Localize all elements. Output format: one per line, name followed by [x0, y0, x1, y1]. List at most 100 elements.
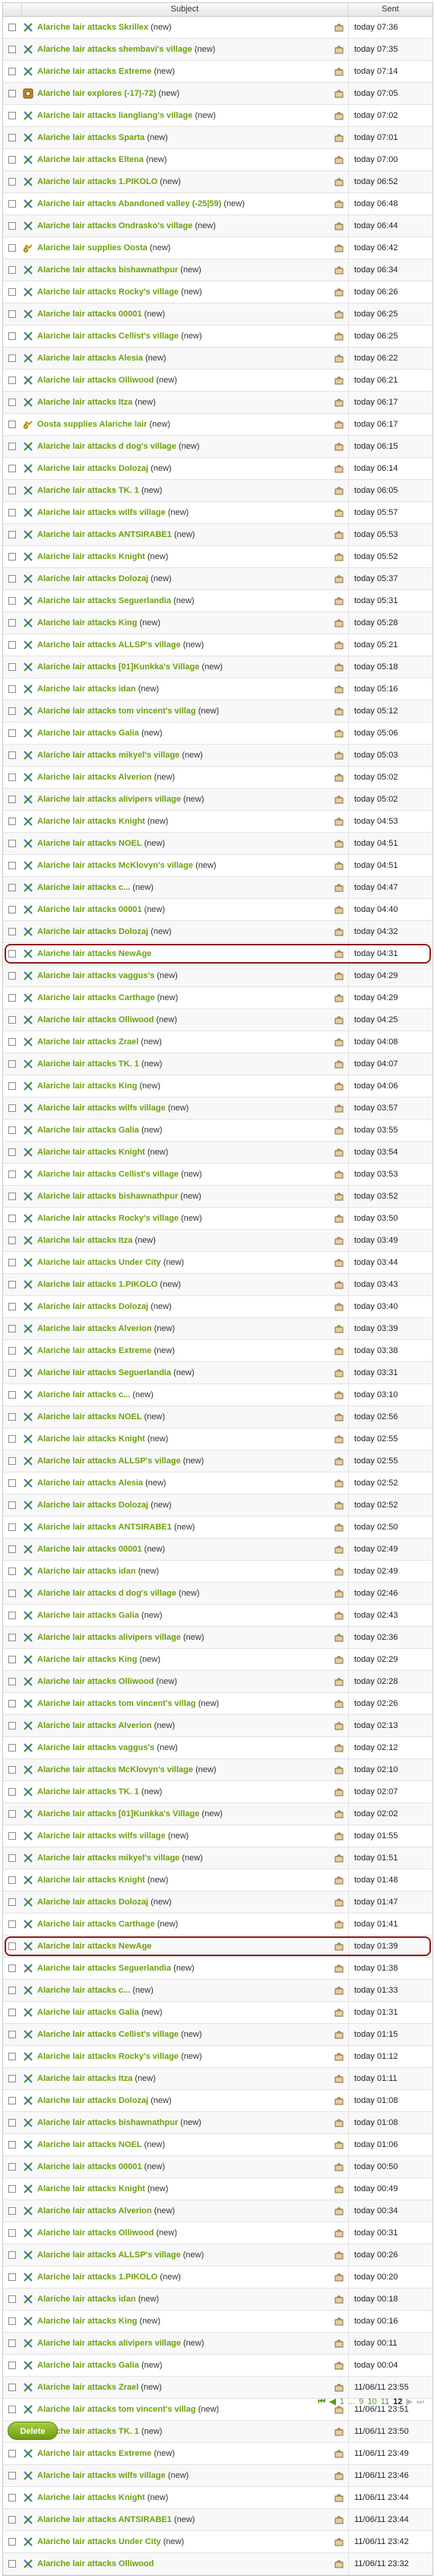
report-link[interactable]: Alariche lair attacks Olliwood: [37, 1015, 154, 1024]
report-link[interactable]: Alariche lair attacks alivipers village: [37, 2339, 181, 2348]
archive-icon[interactable]: [330, 2295, 348, 2304]
table-row[interactable]: Alariche lair attacks Alverion (new) toda…: [3, 767, 432, 789]
table-row[interactable]: Alariche lair attacks ANTSIRABE1 (new) 11…: [3, 2509, 432, 2531]
table-row[interactable]: Alariche lair attacks Carthage (new) toda…: [3, 1914, 432, 1936]
row-checkbox[interactable]: [8, 1237, 16, 1244]
report-link[interactable]: Alariche lair attacks Sparta: [37, 133, 144, 142]
report-link[interactable]: Alariche lair attacks Alverion: [37, 773, 152, 782]
table-row[interactable]: Alariche lair attacks Seguerlandia (new)…: [3, 1362, 432, 1384]
archive-icon[interactable]: [330, 949, 348, 958]
report-link[interactable]: Alariche lair attacks Alverion: [37, 1324, 152, 1333]
row-checkbox[interactable]: [8, 1523, 16, 1531]
report-link[interactable]: Alariche lair attacks ANTSIRABE1: [37, 530, 172, 539]
report-link[interactable]: Alariche lair attacks tom vincent's vill…: [37, 2405, 196, 2414]
report-link[interactable]: Alariche lair attacks Itza: [37, 398, 132, 407]
table-row[interactable]: Alariche lair attacks Zrael (new) 11/06/1…: [3, 2377, 432, 2399]
table-row[interactable]: Alariche lair attacks Knight (new) today …: [3, 546, 432, 568]
table-row[interactable]: Alariche lair attacks Knight (new) today …: [3, 1428, 432, 1450]
row-checkbox[interactable]: [8, 972, 16, 980]
archive-icon[interactable]: [330, 155, 348, 164]
row-checkbox[interactable]: [8, 884, 16, 891]
report-link[interactable]: Alariche lair attacks Itza: [37, 1236, 132, 1245]
row-checkbox[interactable]: [8, 2097, 16, 2104]
report-link[interactable]: Alariche lair attacks Knight: [37, 1876, 145, 1885]
row-checkbox[interactable]: [8, 2339, 16, 2347]
report-link[interactable]: Alariche lair attacks Dolozaj: [37, 2096, 148, 2105]
archive-icon[interactable]: [330, 243, 348, 253]
report-link[interactable]: Alariche lair attacks Galia: [37, 2361, 139, 2370]
table-row[interactable]: Alariche lair attacks TK. 1 (new) today 0…: [3, 480, 432, 502]
archive-icon[interactable]: [330, 1567, 348, 1576]
report-link[interactable]: Alariche lair attacks King: [37, 1082, 137, 1091]
row-checkbox[interactable]: [8, 1634, 16, 1641]
row-checkbox[interactable]: [8, 2119, 16, 2127]
archive-icon[interactable]: [330, 287, 348, 297]
table-row[interactable]: Alariche lair attacks Extreme (new) today…: [3, 61, 432, 83]
row-checkbox[interactable]: [8, 773, 16, 781]
report-link[interactable]: Alariche lair attacks d dog's village: [37, 1589, 176, 1598]
table-row[interactable]: Alariche lair attacks mikyel's village (…: [3, 745, 432, 767]
table-row[interactable]: Alariche lair attacks King (new) today 02…: [3, 1649, 432, 1671]
table-row[interactable]: Alariche lair attacks Cellist's village …: [3, 326, 432, 348]
table-row[interactable]: Alariche lair attacks [01]Kunkka's Villa…: [3, 1803, 432, 1825]
row-checkbox[interactable]: [8, 796, 16, 803]
row-checkbox[interactable]: [8, 288, 16, 296]
table-row[interactable]: Alariche lair attacks Under City (new) 11…: [3, 2531, 432, 2553]
report-link[interactable]: Alariche lair attacks Dolozaj: [37, 1898, 148, 1907]
table-row[interactable]: Alariche lair attacks TK. 1 (new) today 0…: [3, 1781, 432, 1803]
report-link[interactable]: Alariche lair attacks Olliwood: [37, 376, 154, 385]
row-checkbox[interactable]: [8, 2229, 16, 2237]
row-checkbox[interactable]: [8, 729, 16, 737]
archive-icon[interactable]: [330, 1964, 348, 1973]
report-link[interactable]: Alariche lair attacks Dolozaj: [37, 927, 148, 936]
report-link[interactable]: Alariche lair attacks 00001: [37, 1545, 142, 1554]
report-link[interactable]: Alariche lair attacks Olliwood: [37, 2228, 154, 2238]
report-link[interactable]: Alariche lair attacks Dolozaj: [37, 464, 148, 473]
archive-icon[interactable]: [330, 398, 348, 407]
report-link[interactable]: Alariche lair attacks wilfs village: [37, 2471, 166, 2480]
table-row[interactable]: Alariche lair attacks NewAge today 01:39: [3, 1936, 432, 1958]
report-link[interactable]: Alariche lair attacks mikyel's village: [37, 1853, 179, 1863]
row-checkbox[interactable]: [8, 862, 16, 869]
row-checkbox[interactable]: [8, 1325, 16, 1332]
archive-icon[interactable]: [330, 1280, 348, 1289]
report-link[interactable]: Alariche lair attacks King: [37, 1655, 137, 1664]
table-row[interactable]: Alariche lair attacks Olliwood (new) toda…: [3, 2222, 432, 2244]
table-row[interactable]: Alariche lair attacks Olliwood (new) toda…: [3, 1671, 432, 1693]
table-row[interactable]: Alariche lair attacks shembavi's village…: [3, 39, 432, 61]
archive-icon[interactable]: [330, 2339, 348, 2348]
archive-icon[interactable]: [330, 1236, 348, 1245]
report-link[interactable]: Alariche lair attacks Zrael: [37, 2383, 138, 2392]
row-checkbox[interactable]: [8, 2362, 16, 2369]
row-checkbox[interactable]: [8, 68, 16, 75]
row-checkbox[interactable]: [8, 90, 16, 97]
archive-icon[interactable]: [330, 1699, 348, 1708]
row-checkbox[interactable]: [8, 1987, 16, 1994]
archive-icon[interactable]: [330, 1126, 348, 1135]
archive-icon[interactable]: [330, 177, 348, 186]
archive-icon[interactable]: [330, 1015, 348, 1024]
report-link[interactable]: Alariche lair attacks McKlovyn's village: [37, 1765, 193, 1774]
report-link[interactable]: Alariche lair attacks NOEL: [37, 1412, 142, 1421]
row-checkbox[interactable]: [8, 950, 16, 958]
row-checkbox[interactable]: [8, 1148, 16, 1156]
archive-icon[interactable]: [330, 420, 348, 429]
archive-icon[interactable]: [330, 1412, 348, 1421]
archive-icon[interactable]: [330, 993, 348, 1002]
archive-icon[interactable]: [330, 23, 348, 32]
row-checkbox[interactable]: [8, 531, 16, 538]
row-checkbox[interactable]: [8, 376, 16, 384]
row-checkbox[interactable]: [8, 2251, 16, 2259]
row-checkbox[interactable]: [8, 1656, 16, 1663]
table-row[interactable]: Alariche lair attacks Dolozaj (new) today…: [3, 1494, 432, 1517]
archive-icon[interactable]: [330, 861, 348, 870]
row-checkbox[interactable]: [8, 509, 16, 516]
archive-icon[interactable]: [330, 464, 348, 473]
table-row[interactable]: Alariche lair attacks McKlovyn's village…: [3, 1759, 432, 1781]
archive-icon[interactable]: [330, 971, 348, 980]
table-row[interactable]: Alariche lair attacks Itza (new) today 06…: [3, 392, 432, 414]
table-row[interactable]: Alariche lair attacks wilfs village (new…: [3, 2465, 432, 2487]
report-link[interactable]: Alariche lair attacks bishawnathpur: [37, 1192, 178, 1201]
table-row[interactable]: Alariche lair attacks Olliwood 11/06/11 2…: [3, 2553, 432, 2575]
report-link[interactable]: Alariche lair attacks Dolozaj: [37, 574, 148, 583]
